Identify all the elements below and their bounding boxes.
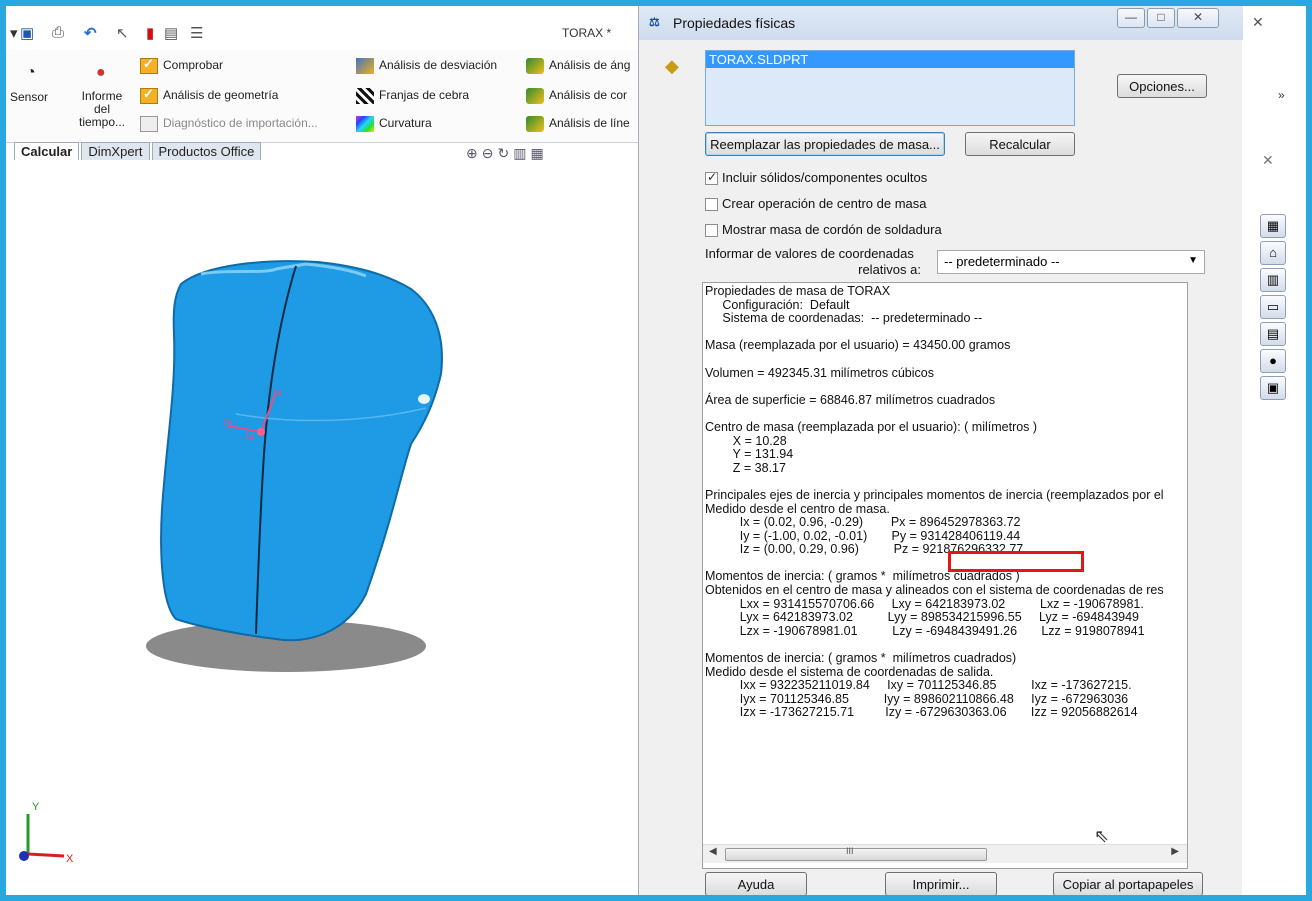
screenshot-frame: [0, 0, 1312, 901]
